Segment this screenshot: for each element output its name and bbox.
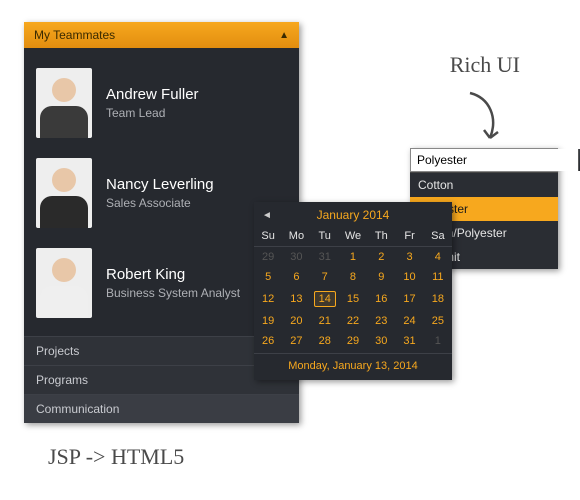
calendar-grid: SuMoTuWeThFrSa 2930311234567891011121314… [254, 226, 452, 351]
arrow-icon [450, 88, 510, 148]
calendar-day[interactable]: 9 [367, 267, 395, 287]
combobox-input-row: ▼ [410, 148, 558, 172]
calendar-day[interactable]: 26 [254, 331, 282, 351]
calendar-day[interactable]: 29 [339, 331, 367, 351]
avatar [36, 248, 92, 318]
calendar-day[interactable]: 14 [311, 287, 339, 311]
teammate-info: Andrew Fuller Team Lead [106, 86, 199, 120]
calendar-day[interactable]: 23 [367, 311, 395, 331]
calendar-day[interactable]: 7 [311, 267, 339, 287]
calendar-day[interactable]: 25 [424, 311, 452, 331]
calendar-day[interactable]: 31 [311, 247, 339, 268]
calendar-day[interactable]: 31 [395, 331, 423, 351]
calendar-day[interactable]: 1 [424, 331, 452, 351]
calendar-dow: Su [254, 226, 282, 247]
calendar-dow: Th [367, 226, 395, 247]
calendar-dow: Mo [282, 226, 310, 247]
accordion-header-teammates[interactable]: My Teammates ▲ [24, 22, 299, 48]
teammate-info: Robert King Business System Analyst [106, 266, 240, 300]
calendar-day[interactable]: 2 [367, 247, 395, 268]
calendar-day[interactable]: 3 [395, 247, 423, 268]
accordion-title: My Teammates [34, 28, 115, 42]
calendar-day[interactable]: 29 [254, 247, 282, 268]
teammate-name: Nancy Leverling [106, 176, 214, 193]
calendar-day[interactable]: 4 [424, 247, 452, 268]
teammate-role: Sales Associate [106, 196, 214, 210]
calendar-dow: We [339, 226, 367, 247]
teammate-info: Nancy Leverling Sales Associate [106, 176, 214, 210]
calendar-day[interactable]: 30 [367, 331, 395, 351]
calendar-prev-button[interactable]: ◄ [262, 210, 272, 221]
calendar-day[interactable]: 28 [311, 331, 339, 351]
calendar-day[interactable]: 1 [339, 247, 367, 268]
calendar-dow: Sa [424, 226, 452, 247]
calendar-day[interactable]: 10 [395, 267, 423, 287]
teammate-row[interactable]: Robert King Business System Analyst [36, 238, 287, 328]
teammate-role: Team Lead [106, 106, 199, 120]
calendar-widget: ◄ January 2014 ► SuMoTuWeThFrSa 29303112… [254, 202, 452, 380]
accordion-item-communication[interactable]: Communication [24, 394, 299, 423]
annotation-rich-ui: Rich UI [450, 52, 520, 78]
calendar-day[interactable]: 18 [424, 287, 452, 311]
teammate-name: Andrew Fuller [106, 86, 199, 103]
calendar-footer[interactable]: Monday, January 13, 2014 [254, 353, 452, 374]
teammate-row[interactable]: Andrew Fuller Team Lead [36, 58, 287, 148]
calendar-day[interactable]: 13 [282, 287, 310, 311]
teammate-name: Robert King [106, 266, 240, 283]
calendar-day[interactable]: 24 [395, 311, 423, 331]
calendar-day[interactable]: 15 [339, 287, 367, 311]
calendar-day[interactable]: 19 [254, 311, 282, 331]
teammate-role: Business System Analyst [106, 286, 240, 300]
calendar-day[interactable]: 20 [282, 311, 310, 331]
calendar-day[interactable]: 22 [339, 311, 367, 331]
combobox-option[interactable]: Cotton [410, 173, 558, 197]
calendar-day[interactable]: 11 [424, 267, 452, 287]
calendar-day[interactable]: 5 [254, 267, 282, 287]
avatar [36, 68, 92, 138]
calendar-title[interactable]: January 2014 [317, 208, 390, 222]
teammate-row[interactable]: Nancy Leverling Sales Associate [36, 148, 287, 238]
calendar-day[interactable]: 21 [311, 311, 339, 331]
avatar [36, 158, 92, 228]
calendar-day[interactable]: 27 [282, 331, 310, 351]
combobox-input[interactable] [411, 149, 578, 171]
calendar-day[interactable]: 16 [367, 287, 395, 311]
calendar-day[interactable]: 6 [282, 267, 310, 287]
annotation-jsp-html5: JSP -> HTML5 [48, 444, 184, 470]
calendar-day[interactable]: 8 [339, 267, 367, 287]
collapse-icon: ▲ [279, 30, 289, 41]
calendar-day[interactable]: 17 [395, 287, 423, 311]
calendar-day[interactable]: 30 [282, 247, 310, 268]
calendar-dow: Fr [395, 226, 423, 247]
calendar-dow: Tu [311, 226, 339, 247]
calendar-day[interactable]: 12 [254, 287, 282, 311]
